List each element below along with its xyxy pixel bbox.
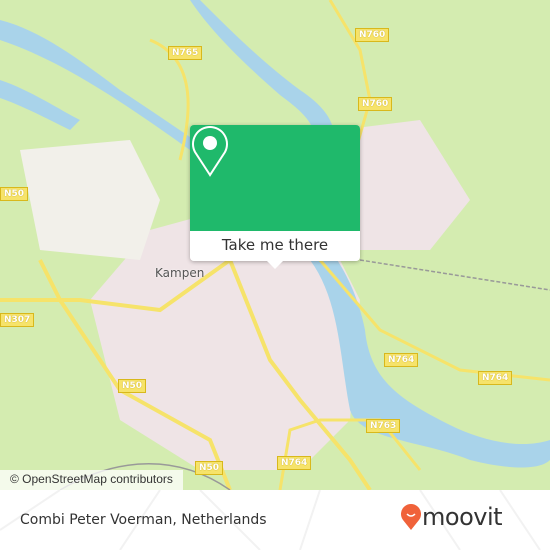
road-shield: N764 <box>277 456 312 470</box>
road-shield: N50 <box>195 461 224 475</box>
road-shield: N763 <box>366 419 401 433</box>
map[interactable]: Kampen N765 N760 N760 N50 N307 N50 N764 … <box>0 0 550 490</box>
logo-text: moovit <box>422 503 503 531</box>
take-me-there-popup[interactable]: Take me there <box>190 125 360 269</box>
road-shield: N764 <box>478 371 513 385</box>
town-label: Kampen <box>155 266 205 280</box>
map-pin-icon <box>192 126 228 177</box>
take-me-there-button[interactable]: Take me there <box>190 231 360 261</box>
road-shield: N50 <box>0 187 29 201</box>
moovit-pin-icon <box>401 504 421 530</box>
popup-pointer <box>267 261 283 269</box>
road-shield: N765 <box>168 46 203 60</box>
road-shield: N50 <box>118 379 147 393</box>
road-shield: N760 <box>358 97 393 111</box>
place-name: Combi Peter Voerman, Netherlands <box>20 512 267 528</box>
moovit-logo[interactable]: moovit <box>400 503 503 531</box>
road-shield: N760 <box>355 28 390 42</box>
road-shield: N764 <box>384 353 419 367</box>
road-shield: N307 <box>0 313 35 327</box>
map-attribution[interactable]: © OpenStreetMap contributors <box>0 470 183 490</box>
